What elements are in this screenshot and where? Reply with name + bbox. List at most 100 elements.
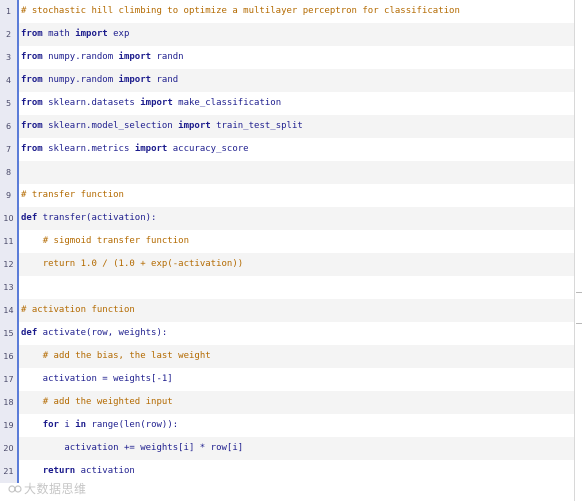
- line-number: 2: [0, 23, 19, 46]
- code-line[interactable]: 5 from sklearn.datasets import make_class…: [0, 92, 574, 115]
- code-text: # add the weighted input: [21, 391, 574, 414]
- code-text: # transfer function: [21, 184, 574, 207]
- code-text: # add the bias, the last weight: [21, 345, 574, 368]
- code-line[interactable]: 1 # stochastic hill climbing to optimize …: [0, 0, 574, 23]
- code-line[interactable]: 16 # add the bias, the last weight: [0, 345, 574, 368]
- code-token-plain: transfer(activation):: [37, 213, 157, 223]
- watermark-logo-icon: [8, 485, 22, 493]
- line-number: 18: [0, 391, 19, 414]
- code-token-keyword: def: [21, 328, 38, 338]
- code-token-keyword: from: [21, 75, 43, 85]
- code-token-plain: math: [42, 29, 76, 39]
- line-number: 6: [0, 115, 19, 138]
- code-line[interactable]: 20 activation += weights[i] * row[i]: [0, 437, 574, 460]
- watermark: 大数据思维: [8, 480, 87, 497]
- code-token-keyword: import: [140, 98, 173, 108]
- code-token-plain: i: [58, 420, 76, 430]
- line-number: 12: [0, 253, 19, 276]
- code-line[interactable]: 11 # sigmoid transfer function: [0, 230, 574, 253]
- code-line[interactable]: 18 # add the weighted input: [0, 391, 574, 414]
- code-line[interactable]: 4 from numpy.random import rand: [0, 69, 574, 92]
- line-number: 3: [0, 46, 19, 69]
- code-line[interactable]: 9 # transfer function: [0, 184, 574, 207]
- code-line[interactable]: 8: [0, 161, 574, 184]
- code-line[interactable]: 10 def transfer(activation):: [0, 207, 574, 230]
- code-text: def activate(row, weights):: [21, 322, 574, 345]
- code-token-plain: randn: [151, 52, 184, 62]
- code-text: from sklearn.model_selection import trai…: [21, 115, 574, 138]
- code-token-keyword: from: [21, 144, 43, 154]
- code-text: from numpy.random import randn: [21, 46, 574, 69]
- code-token-keyword: import: [118, 52, 152, 62]
- code-line[interactable]: 2 from math import exp: [0, 23, 574, 46]
- line-number: 8: [0, 161, 19, 184]
- code-token-plain: range(len(row)):: [86, 420, 179, 430]
- code-line[interactable]: 13: [0, 276, 574, 299]
- code-text: from math import exp: [21, 23, 574, 46]
- line-number: 1: [0, 0, 19, 23]
- line-number: 17: [0, 368, 19, 391]
- code-token-comment: # add the bias, the last weight: [42, 351, 211, 361]
- code-text: from numpy.random import rand: [21, 69, 574, 92]
- code-token-keyword: import: [134, 144, 168, 154]
- code-text: # stochastic hill climbing to optimize a…: [21, 0, 574, 23]
- code-token-plain: numpy.random: [42, 52, 119, 62]
- code-token-keyword: return: [42, 466, 76, 476]
- code-line[interactable]: 17 activation = weights[-1]: [0, 368, 574, 391]
- code-text: # sigmoid transfer function: [21, 230, 574, 253]
- code-token-plain: make_classification: [172, 98, 282, 108]
- code-token-keyword: import: [118, 75, 152, 85]
- code-token-plain: activate(row, weights):: [37, 328, 168, 338]
- code-line[interactable]: 3 from numpy.random import randn: [0, 46, 574, 69]
- code-text: activation += weights[i] * row[i]: [21, 437, 574, 460]
- code-text: from sklearn.datasets import make_classi…: [21, 92, 574, 115]
- line-number: 15: [0, 322, 19, 345]
- code-token-comment: # transfer function: [21, 190, 124, 200]
- line-number: 9: [0, 184, 19, 207]
- code-token-plain: sklearn.metrics: [42, 144, 135, 154]
- line-number: 5: [0, 92, 19, 115]
- code-text: # activation function: [21, 299, 574, 322]
- code-token-comment: return 1.0 / (1.0 + exp(-activation)): [42, 259, 244, 269]
- line-number: 20: [0, 437, 19, 460]
- code-token-plain: accuracy_score: [167, 144, 249, 154]
- code-token-keyword: from: [21, 98, 43, 108]
- line-number: 11: [0, 230, 19, 253]
- code-token-plain: rand: [151, 75, 179, 85]
- line-number: 14: [0, 299, 19, 322]
- code-token-plain: activation += weights[i] * row[i]: [21, 443, 244, 453]
- code-text: for i in range(len(row)):: [21, 414, 574, 437]
- code-line[interactable]: 19 for i in range(len(row)):: [0, 414, 574, 437]
- line-number: 16: [0, 345, 19, 368]
- watermark-text: 大数据思维: [24, 482, 87, 496]
- code-token-keyword: import: [75, 29, 108, 39]
- line-number: 4: [0, 69, 19, 92]
- code-text: return activation: [21, 460, 574, 483]
- code-line[interactable]: 6 from sklearn.model_selection import tra…: [0, 115, 574, 138]
- code-token-keyword: def: [21, 213, 38, 223]
- line-number: 19: [0, 414, 19, 437]
- code-token-plain: activation: [75, 466, 135, 476]
- code-line[interactable]: 15 def activate(row, weights):: [0, 322, 574, 345]
- code-line[interactable]: 12 return 1.0 / (1.0 + exp(-activation)): [0, 253, 574, 276]
- code-token-plain: activation = weights[-1]: [21, 374, 173, 384]
- code-token-keyword: for: [42, 420, 59, 430]
- scroll-tick: [576, 292, 582, 293]
- code-text: activation = weights[-1]: [21, 368, 574, 391]
- code-line[interactable]: 14 # activation function: [0, 299, 574, 322]
- code-token-keyword: import: [178, 121, 211, 131]
- code-view: 1 # stochastic hill climbing to optimize …: [0, 0, 575, 501]
- line-number: 13: [0, 276, 19, 299]
- code-line[interactable]: 7 from sklearn.metrics import accuracy_sc…: [0, 138, 574, 161]
- code-token-comment: # activation function: [21, 305, 135, 315]
- code-token-comment: # add the weighted input: [42, 397, 173, 407]
- code-token-comment: # sigmoid transfer function: [42, 236, 189, 246]
